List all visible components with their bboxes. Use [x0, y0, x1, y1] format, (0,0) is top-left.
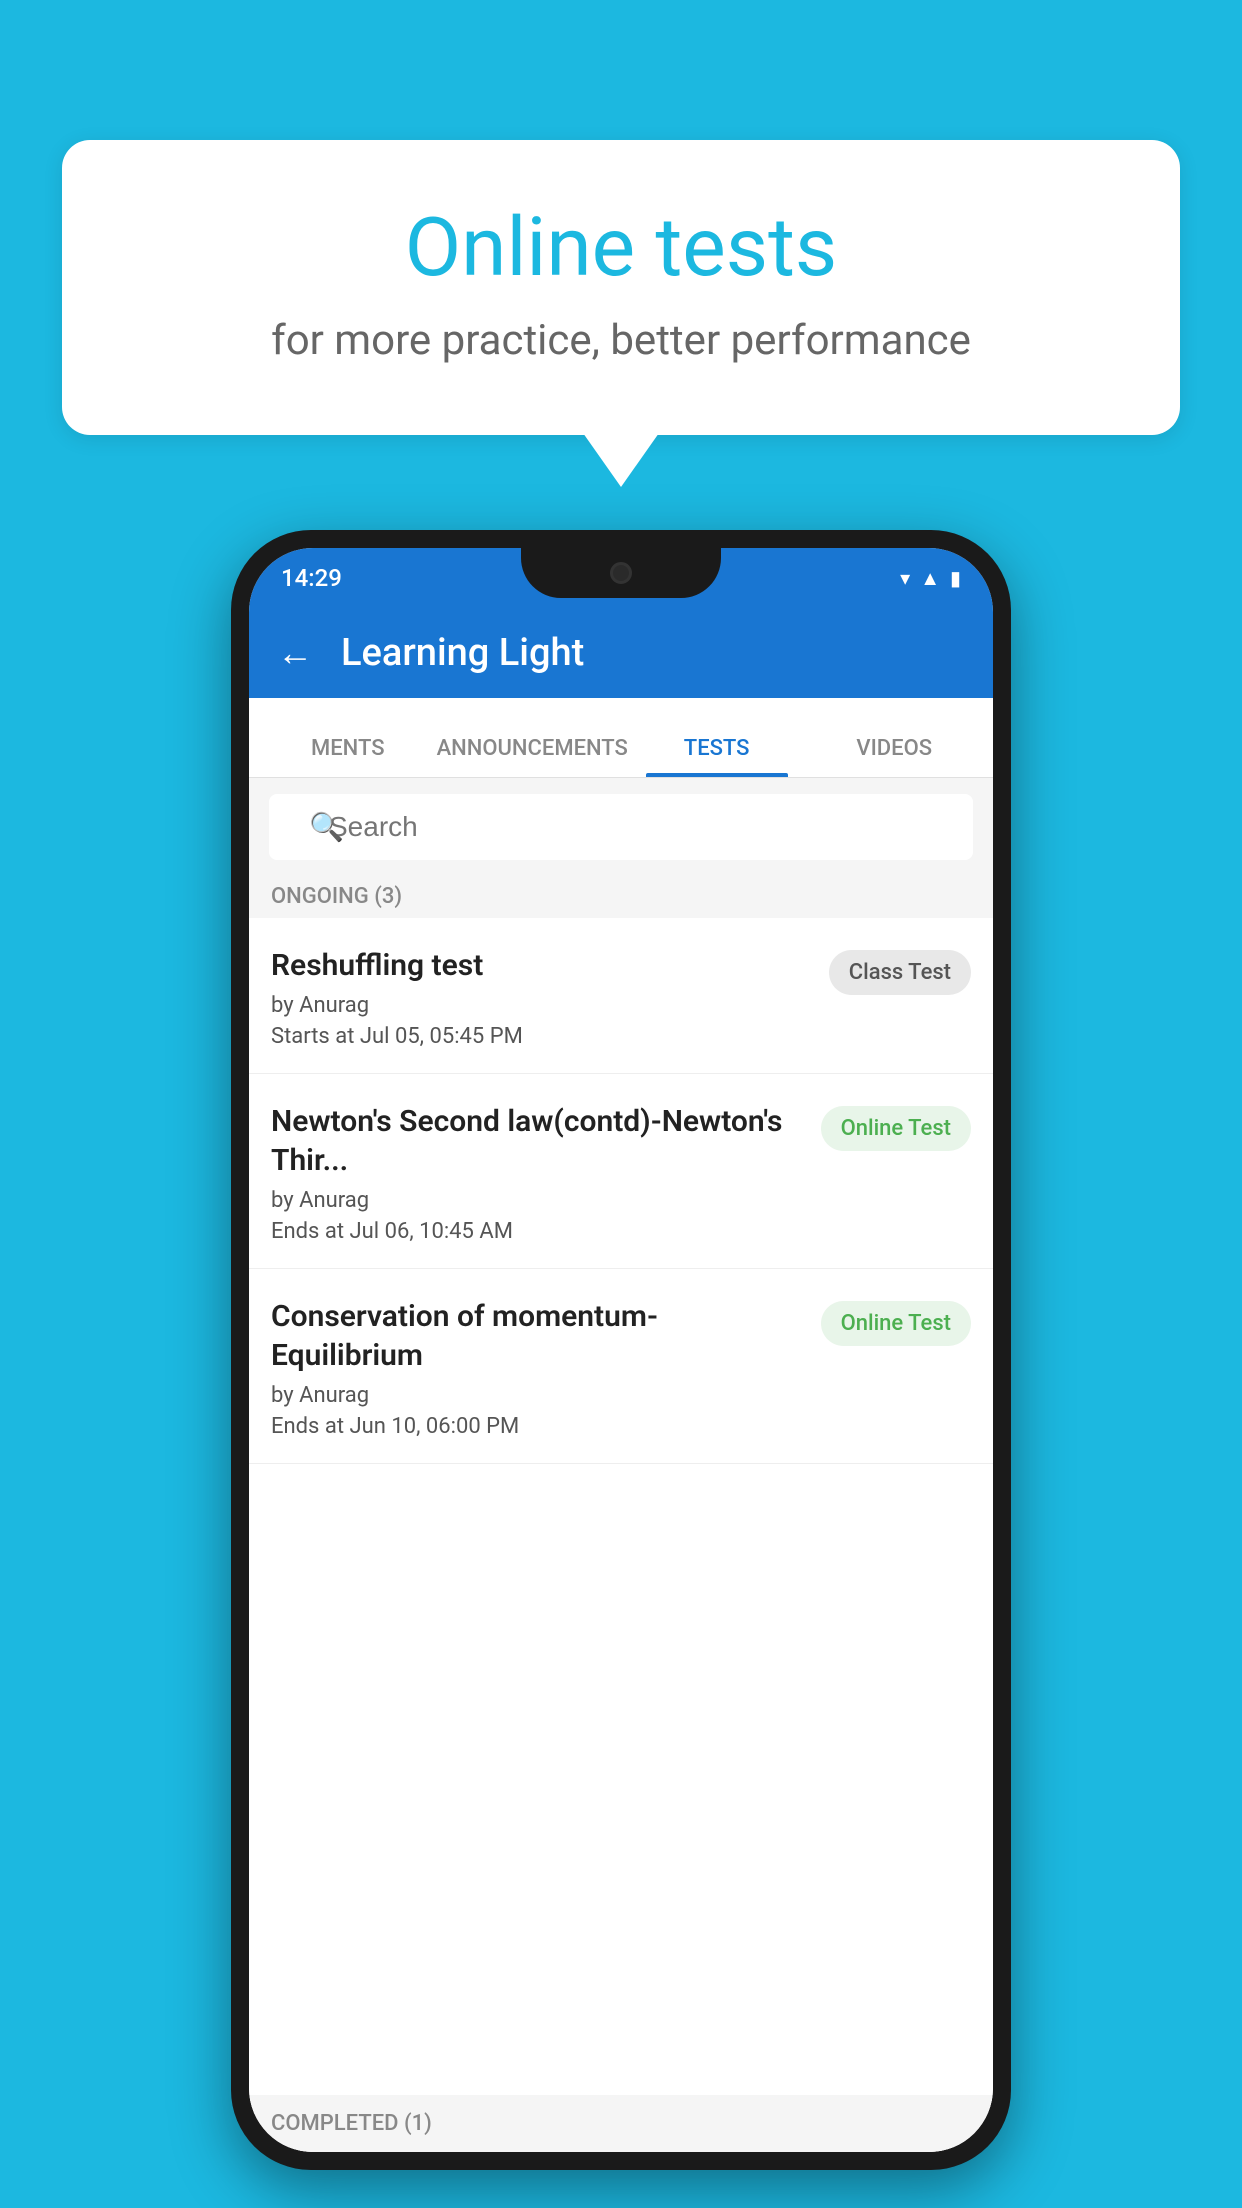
test-author: by Anurag [271, 993, 815, 1018]
tab-videos[interactable]: VIDEOS [805, 736, 983, 777]
speech-bubble: Online tests for more practice, better p… [62, 140, 1180, 435]
list-item[interactable]: Newton's Second law(contd)-Newton's Thir… [249, 1074, 993, 1269]
phone-notch [521, 548, 721, 598]
list-item[interactable]: Reshuffling test by Anurag Starts at Jul… [249, 918, 993, 1074]
app-header: ← Learning Light [249, 608, 993, 698]
test-info: Reshuffling test by Anurag Starts at Jul… [271, 946, 815, 1049]
test-name: Newton's Second law(contd)-Newton's Thir… [271, 1102, 807, 1180]
test-name: Conservation of momentum-Equilibrium [271, 1297, 807, 1375]
test-info: Conservation of momentum-Equilibrium by … [271, 1297, 807, 1439]
tab-ments[interactable]: MENTS [259, 736, 437, 777]
battery-icon: ▮ [950, 566, 961, 590]
completed-section-label: COMPLETED (1) [249, 2095, 993, 2152]
tab-tests[interactable]: TESTS [628, 736, 806, 777]
test-time: Ends at Jul 06, 10:45 AM [271, 1219, 807, 1244]
status-icons: ▾ ▲ ▮ [900, 566, 961, 591]
test-time: Starts at Jul 05, 05:45 PM [271, 1024, 815, 1049]
app-title: Learning Light [341, 631, 584, 675]
phone-frame: 14:29 ▾ ▲ ▮ ← Learning Light MENTS ANNOU… [231, 530, 1011, 2170]
tab-announcements[interactable]: ANNOUNCEMENTS [437, 736, 628, 777]
search-container: 🔍 [249, 778, 993, 876]
test-author: by Anurag [271, 1188, 807, 1213]
search-icon: 🔍 [309, 811, 344, 844]
bubble-title: Online tests [132, 200, 1110, 296]
ongoing-section-label: ONGOING (3) [249, 868, 993, 919]
tab-bar: MENTS ANNOUNCEMENTS TESTS VIDEOS [249, 698, 993, 778]
tests-list: Reshuffling test by Anurag Starts at Jul… [249, 918, 993, 2152]
test-time: Ends at Jun 10, 06:00 PM [271, 1414, 807, 1439]
speech-bubble-container: Online tests for more practice, better p… [62, 140, 1180, 435]
search-input[interactable] [269, 794, 973, 860]
test-author: by Anurag [271, 1383, 807, 1408]
status-badge: Online Test [821, 1301, 971, 1346]
bubble-subtitle: for more practice, better performance [132, 316, 1110, 365]
wifi-icon: ▾ [900, 566, 910, 590]
status-badge: Online Test [821, 1106, 971, 1151]
front-camera [610, 562, 632, 584]
status-time: 14:29 [281, 564, 342, 592]
status-badge: Class Test [829, 950, 971, 995]
phone-screen: 14:29 ▾ ▲ ▮ ← Learning Light MENTS ANNOU… [249, 548, 993, 2152]
list-item[interactable]: Conservation of momentum-Equilibrium by … [249, 1269, 993, 1464]
signal-icon: ▲ [920, 566, 940, 591]
back-button[interactable]: ← [277, 632, 313, 674]
test-info: Newton's Second law(contd)-Newton's Thir… [271, 1102, 807, 1244]
test-name: Reshuffling test [271, 946, 815, 985]
search-wrapper: 🔍 [269, 794, 973, 860]
